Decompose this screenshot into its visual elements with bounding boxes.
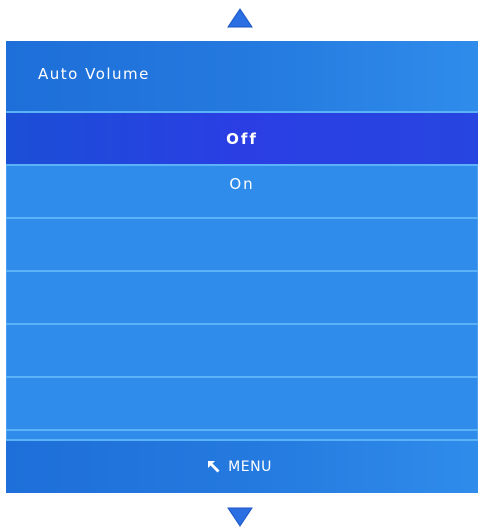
option-empty-row [6,272,478,325]
option-empty-row [6,219,478,272]
option-empty-row [6,325,478,378]
triangle-down-icon[interactable] [227,507,253,527]
menu-footer[interactable]: MENU [6,439,478,493]
option-label: Off [226,129,258,148]
option-on[interactable]: On [6,166,478,219]
menu-back-button[interactable]: MENU [206,459,272,475]
triangle-up-icon[interactable] [227,8,253,28]
option-off[interactable]: Off [6,113,478,166]
option-list: Off On [6,113,478,431]
tv-osd-screen: Auto Volume Off On MENU [0,0,478,529]
auto-volume-menu: Auto Volume Off On MENU [6,41,478,493]
menu-label: MENU [228,459,272,475]
return-arrow-icon [208,461,220,473]
option-empty-row [6,378,478,431]
option-label: On [229,174,255,193]
menu-title: Auto Volume [38,65,150,83]
menu-header: Auto Volume [6,41,478,113]
